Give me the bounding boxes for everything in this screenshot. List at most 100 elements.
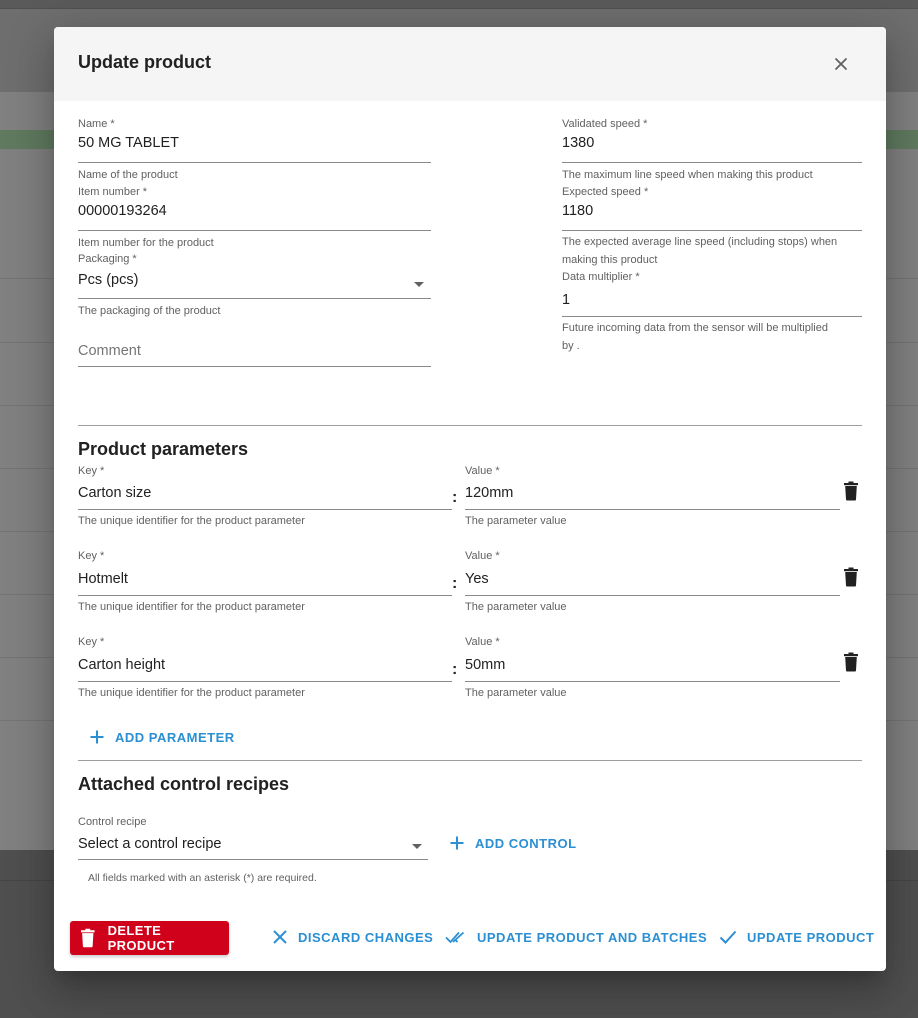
parameter-key-helper: The unique identifier for the product pa… [78, 601, 305, 613]
name-label: Name * [78, 118, 115, 130]
packaging-helper: The packaging of the product [78, 305, 221, 317]
parameter-value-value[interactable]: Yes [465, 571, 489, 587]
chevron-down-icon[interactable] [412, 844, 422, 849]
parameter-key-underline [78, 595, 452, 596]
parameter-value-underline [465, 509, 840, 510]
parameter-value-field[interactable]: Value * Yes The parameter value [465, 550, 840, 615]
parameter-key-field[interactable]: Key * Hotmelt The unique identifier for … [78, 550, 452, 615]
check-icon [719, 930, 737, 944]
dialog-title: Update product [78, 52, 211, 72]
expected-speed-helper-line1: The expected average line speed (includi… [562, 236, 838, 248]
delete-parameter-button[interactable] [843, 652, 859, 672]
validated-speed-value[interactable]: 1380 [562, 135, 594, 151]
parameter-value-value[interactable]: 50mm [465, 657, 505, 673]
name-field[interactable]: Name * 50 MG TABLET Name of the product [78, 118, 431, 188]
comment-placeholder[interactable]: Comment [78, 343, 141, 359]
packaging-underline [78, 298, 431, 299]
parameter-value-field[interactable]: Value * 120mm The parameter value [465, 465, 840, 530]
close-button[interactable] [830, 53, 852, 75]
expected-speed-label: Expected speed * [562, 186, 649, 198]
control-recipe-underline [78, 859, 428, 860]
name-underline [78, 162, 431, 163]
data-multiplier-value[interactable]: 1 [562, 292, 570, 308]
trash-icon [844, 567, 858, 587]
trash-icon [844, 652, 858, 672]
delete-product-button[interactable]: DELETE PRODUCT [70, 921, 229, 955]
section-divider [78, 760, 862, 761]
data-multiplier-label: Data multiplier * [562, 271, 640, 283]
item-number-value[interactable]: 00000193264 [78, 203, 167, 219]
parameter-key-label: Key * [78, 550, 105, 562]
item-number-label: Item number * [78, 186, 148, 198]
parameter-separator: : [452, 575, 458, 592]
parameter-value-helper: The parameter value [465, 601, 567, 613]
parameter-value-underline [465, 681, 840, 682]
item-number-helper: Item number for the product [78, 237, 214, 249]
data-multiplier-field[interactable]: Data multiplier * 1 Future incoming data… [562, 271, 862, 352]
add-parameter-button[interactable]: ADD PARAMETER [89, 729, 235, 745]
trash-icon [844, 481, 858, 501]
parameter-key-underline [78, 681, 452, 682]
parameter-separator: : [452, 661, 458, 678]
delete-parameter-button[interactable] [843, 567, 859, 587]
data-multiplier-helper-line2: by . [562, 340, 580, 352]
parameter-key-helper: The unique identifier for the product pa… [78, 687, 305, 699]
parameter-separator: : [452, 489, 458, 506]
update-product-button[interactable]: UPDATE PRODUCT [719, 929, 874, 945]
parameters-title: Product parameters [78, 439, 249, 459]
add-parameter-label: ADD PARAMETER [115, 729, 235, 745]
validated-speed-label: Validated speed * [562, 118, 648, 130]
packaging-value[interactable]: Pcs (pcs) [78, 272, 138, 288]
x-icon [273, 930, 287, 944]
control-recipe-select[interactable]: Control recipe Select a control recipe [78, 816, 428, 861]
parameter-value-field[interactable]: Value * 50mm The parameter value [465, 636, 840, 701]
expected-speed-field[interactable]: Expected speed * 1180 The expected avera… [562, 186, 862, 266]
update-product-and-batches-label: UPDATE PRODUCT AND BATCHES [477, 929, 708, 945]
parameter-key-field[interactable]: Key * Carton height The unique identifie… [78, 636, 452, 701]
plus-icon [450, 836, 464, 850]
parameter-value-helper: The parameter value [465, 515, 567, 527]
chevron-down-icon[interactable] [414, 282, 424, 287]
control-recipe-label: Control recipe [78, 816, 147, 828]
update-product-and-batches-button[interactable]: UPDATE PRODUCT AND BATCHES [445, 929, 707, 945]
trash-icon [80, 928, 95, 948]
validated-speed-field[interactable]: Validated speed * 1380 The maximum line … [562, 118, 862, 188]
delete-parameter-button[interactable] [843, 481, 859, 501]
packaging-label: Packaging * [78, 253, 137, 265]
parameter-key-underline [78, 509, 452, 510]
expected-speed-underline [562, 230, 862, 231]
expected-speed-value[interactable]: 1180 [562, 203, 593, 219]
required-fields-note: All fields marked with an asterisk (*) a… [88, 872, 317, 884]
parameter-key-helper: The unique identifier for the product pa… [78, 515, 305, 527]
validated-speed-underline [562, 162, 862, 163]
parameter-key-value[interactable]: Carton size [78, 485, 151, 501]
dialog-header: Update product [54, 27, 886, 101]
background-topbar [0, 0, 918, 9]
update-product-dialog: Update product Name * 50 MG TABLET Name … [54, 27, 886, 971]
comment-underline [78, 366, 431, 367]
parameter-key-value[interactable]: Hotmelt [78, 571, 128, 587]
discard-changes-button[interactable]: DISCARD CHANGES [272, 929, 433, 945]
item-number-field[interactable]: Item number * 00000193264 Item number fo… [78, 186, 431, 256]
name-helper: Name of the product [78, 169, 178, 181]
parameter-value-underline [465, 595, 840, 596]
parameter-value-label: Value * [465, 636, 500, 648]
packaging-select[interactable]: Packaging * Pcs (pcs) The packaging of t… [78, 253, 431, 323]
parameter-key-label: Key * [78, 636, 105, 648]
item-number-underline [78, 230, 431, 231]
parameter-value-value[interactable]: 120mm [465, 485, 513, 501]
name-value[interactable]: 50 MG TABLET [78, 135, 179, 151]
controls-title: Attached control recipes [78, 774, 290, 794]
parameter-key-field[interactable]: Key * Carton size The unique identifier … [78, 465, 452, 530]
parameter-value-label: Value * [465, 550, 500, 562]
parameter-value-label: Value * [465, 465, 500, 477]
comment-field[interactable]: Comment [78, 340, 431, 370]
expected-speed-helper-line2: making this product [562, 254, 658, 266]
parameter-key-value[interactable]: Carton height [78, 657, 165, 673]
update-product-label: UPDATE PRODUCT [747, 929, 875, 945]
control-recipe-value[interactable]: Select a control recipe [78, 836, 221, 852]
close-icon [835, 58, 847, 70]
discard-changes-label: DISCARD CHANGES [298, 929, 434, 945]
add-control-button[interactable]: ADD CONTROL [449, 835, 577, 851]
data-multiplier-helper-line1: Future incoming data from the sensor wil… [562, 322, 828, 334]
